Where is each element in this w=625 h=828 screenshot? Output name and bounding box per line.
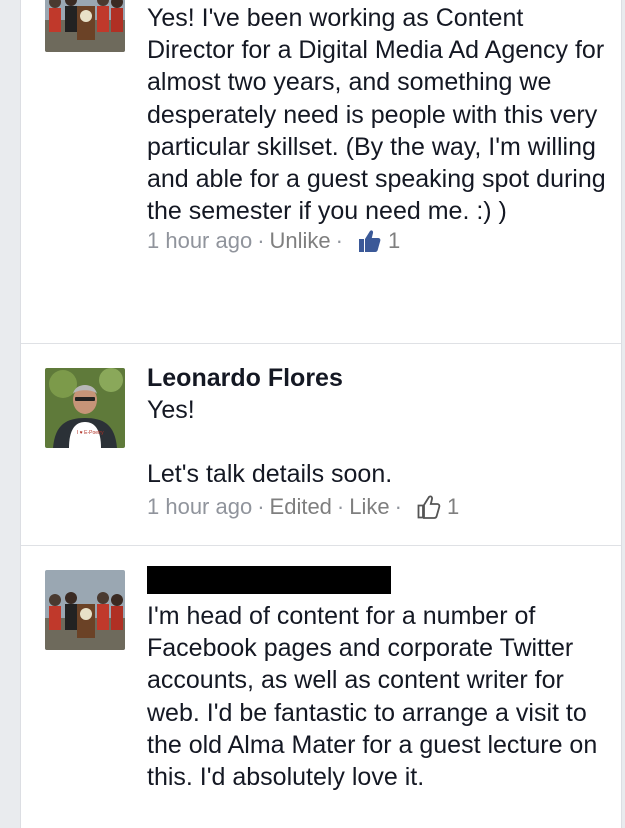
- like-button[interactable]: Like: [349, 492, 389, 522]
- meta-separator: ·: [257, 228, 265, 254]
- redacted-author-name: [147, 566, 391, 594]
- like-count[interactable]: 1: [388, 226, 400, 256]
- commenter-avatar[interactable]: [45, 0, 125, 52]
- comment-item: I'm head of content for a number of Face…: [21, 546, 621, 828]
- edited-label[interactable]: Edited: [270, 492, 332, 522]
- comment-timestamp[interactable]: 1 hour ago: [147, 492, 252, 522]
- comment-meta: 1 hour ago · Unlike · 1: [147, 226, 607, 256]
- group-photo-avatar-icon: [45, 570, 125, 650]
- comment-item: I ♥ E-Poetry Leonardo Flores Yes! Let's …: [21, 344, 621, 545]
- unlike-button[interactable]: Unlike: [270, 226, 331, 256]
- meta-separator: ·: [394, 493, 402, 519]
- meta-separator: ·: [335, 228, 343, 254]
- comment-meta: 1 hour ago · Edited · Like · 1: [147, 492, 607, 522]
- comment-body: I'm head of content for a number of Face…: [147, 566, 607, 793]
- comment-body: Yes! I've been working as Content Direct…: [147, 2, 607, 256]
- comment-timestamp[interactable]: 1 hour ago: [147, 226, 252, 256]
- like-count[interactable]: 1: [447, 492, 459, 522]
- like-thumb-icon[interactable]: [415, 494, 441, 520]
- meta-separator: ·: [336, 493, 345, 519]
- comment-text: Yes! Let's talk details soon.: [147, 396, 393, 489]
- person-photo-avatar-icon: I ♥ E-Poetry: [45, 368, 125, 448]
- like-thumb-icon[interactable]: [356, 228, 382, 254]
- commenter-avatar[interactable]: [45, 570, 125, 650]
- group-photo-avatar-icon: [45, 0, 125, 52]
- comment-feed: Yes! I've been working as Content Direct…: [20, 0, 622, 828]
- meta-separator: ·: [257, 493, 265, 519]
- comment-item: Yes! I've been working as Content Direct…: [21, 0, 621, 343]
- comment-body: Leonardo Flores Yes! Let's talk details …: [147, 362, 607, 522]
- comment-text: Yes! I've been working as Content Direct…: [147, 4, 613, 226]
- commenter-avatar[interactable]: I ♥ E-Poetry: [45, 368, 125, 448]
- avatar-shirt-text: I ♥ E-Poetry: [77, 430, 104, 436]
- comment-author[interactable]: Leonardo Flores: [147, 362, 607, 394]
- comment-text: I'm head of content for a number of Face…: [147, 602, 605, 792]
